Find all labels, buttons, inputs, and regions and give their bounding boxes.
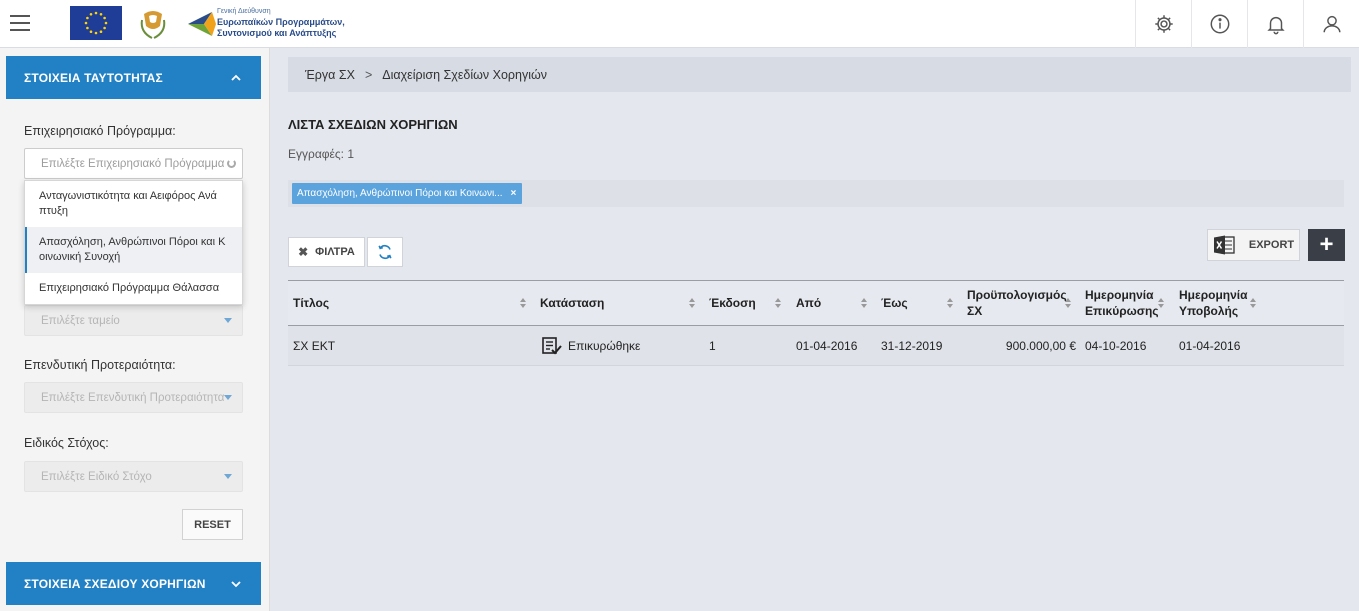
- fund-placeholder: Επιλέξτε ταμείο: [41, 314, 120, 327]
- investment-priority-label: Επενδυτική Προτεραιότητα:: [24, 358, 176, 372]
- fund-select[interactable]: Επιλέξτε ταμείο: [24, 305, 243, 336]
- cell-version: 1: [709, 339, 716, 353]
- sort-icon[interactable]: [1065, 298, 1071, 308]
- grant-plan-panel-title: ΣΤΟΙΧΕΙΑ ΣΧΕΔΙΟΥ ΧΟΡΗΓΙΩΝ: [24, 576, 206, 591]
- menu-icon[interactable]: [10, 13, 30, 33]
- column-header-budget-line2: ΣΧ: [967, 304, 983, 318]
- chevron-up-icon: [231, 74, 241, 81]
- info-icon: [1210, 14, 1229, 34]
- breadcrumb-separator: >: [364, 67, 373, 82]
- column-header-ratification-line2: Επικύρωσης: [1085, 304, 1159, 318]
- refresh-icon: [378, 244, 392, 260]
- reset-button[interactable]: RESET: [182, 509, 243, 540]
- sort-icon[interactable]: [947, 298, 953, 308]
- column-header-submission-line2: Υποβολής: [1179, 304, 1239, 318]
- user-icon: [1322, 15, 1341, 33]
- close-icon: ✖: [298, 245, 309, 259]
- export-button[interactable]: EXPORT: [1207, 229, 1300, 261]
- cell-title[interactable]: ΣΧ ΕΚΤ: [293, 326, 335, 366]
- cyprus-emblem-logo: [138, 6, 168, 40]
- filter-chip-label: Απασχόληση, Ανθρώπινοι Πόροι και Κοινωνι…: [297, 188, 503, 199]
- directorate-logo-text: Γενική Διεύθυνση Ευρωπαϊκών Προγραμμάτων…: [217, 8, 345, 38]
- column-header-to[interactable]: Έως: [881, 281, 908, 325]
- column-header-ratification-line1: Ημερομηνία: [1085, 288, 1154, 302]
- bell-icon: [1266, 16, 1285, 35]
- column-header-status[interactable]: Κατάσταση: [540, 281, 604, 325]
- dropdown-option[interactable]: Επιχειρησιακό Πρόγραμμα Θάλασσα: [25, 273, 242, 304]
- cell-submission-date: 01-04-2016: [1179, 339, 1241, 353]
- dropdown-option-selected[interactable]: Απασχόληση, Ανθρώπινοι Πόροι και Κ οινων…: [25, 227, 242, 273]
- sort-icon[interactable]: [861, 298, 867, 308]
- investment-priority-placeholder: Επιλέξτε Επενδυτική Προτεραιότητα: [41, 391, 225, 404]
- caret-down-icon: [224, 474, 232, 479]
- refresh-button[interactable]: [367, 237, 403, 267]
- active-filters-bar: Απασχόληση, Ανθρώπινοι Πόροι και Κοινωνι…: [288, 180, 1344, 207]
- user-button[interactable]: [1303, 0, 1359, 48]
- column-header-submission-line1: Ημερομηνία: [1179, 288, 1248, 302]
- identity-panel-header[interactable]: ΣΤΟΙΧΕΙΑ ΤΑΥΤΟΤΗΤΑΣ: [6, 56, 261, 99]
- column-header-from[interactable]: Από: [796, 281, 821, 325]
- caret-down-icon: [224, 395, 232, 400]
- column-header-title[interactable]: Τίτλος: [293, 281, 329, 325]
- notifications-button[interactable]: [1247, 0, 1303, 48]
- breadcrumb: Έργα ΣΧ > Διαχείριση Σχεδίων Χορηγιών: [288, 57, 1351, 92]
- records-count: Εγγραφές: 1: [288, 147, 355, 161]
- gear-icon: [1154, 15, 1173, 33]
- eu-flag-logo: [70, 6, 122, 40]
- operational-program-label: Επιχειρησιακό Πρόγραμμα:: [24, 124, 176, 138]
- info-button[interactable]: [1191, 0, 1247, 48]
- grant-plan-panel-header[interactable]: ΣΤΟΙΧΕΙΑ ΣΧΕΔΙΟΥ ΧΟΡΗΓΙΩΝ: [6, 562, 261, 605]
- sort-icon[interactable]: [775, 298, 781, 308]
- chevron-down-icon: [231, 580, 241, 587]
- filter-chip: Απασχόληση, Ανθρώπινοι Πόροι και Κοινωνι…: [292, 183, 523, 204]
- breadcrumb-item-projects[interactable]: Έργα ΣΧ: [305, 68, 355, 82]
- sort-icon[interactable]: [1250, 298, 1256, 308]
- breadcrumb-item-current: Διαχείριση Σχεδίων Χορηγιών: [382, 67, 548, 82]
- operational-program-dropdown: Ανταγωνιστικότητα και Αειφόρος Ανά πτυξη…: [24, 180, 243, 305]
- caret-down-icon: [224, 318, 232, 323]
- approved-document-icon: [542, 337, 562, 355]
- cell-from: 01-04-2016: [796, 339, 858, 353]
- cell-status: Επικυρώθηκε: [542, 326, 640, 366]
- cell-to: 31-12-2019: [881, 339, 943, 353]
- specific-objective-label: Ειδικός Στόχος:: [24, 436, 109, 450]
- grant-plans-table: Τίτλος Κατάσταση Έκδοση Από Έως Προϋπολο…: [288, 280, 1344, 366]
- export-button-label: EXPORT: [1248, 239, 1295, 251]
- sidebar: ΣΤΟΙΧΕΙΑ ΤΑΥΤΟΤΗΤΑΣ Επιχειρησιακό Πρόγρα…: [0, 48, 270, 611]
- specific-objective-placeholder: Επιλέξτε Ειδικό Στόχο: [41, 470, 152, 483]
- dropdown-option[interactable]: Ανταγωνιστικότητα και Αειφόρος Ανά πτυξη: [25, 181, 242, 227]
- identity-panel-title: ΣΤΟΙΧΕΙΑ ΤΑΥΤΟΤΗΤΑΣ: [24, 70, 163, 85]
- sort-icon[interactable]: [520, 298, 526, 308]
- close-icon[interactable]: ×: [511, 188, 517, 199]
- operational-program-placeholder: Επιλέξτε Επιχειρησιακό Πρόγραμμα: [41, 157, 225, 170]
- add-grant-plan-button[interactable]: +: [1308, 229, 1345, 261]
- column-header-budget-line1: Προϋπολογισμός: [967, 288, 1067, 302]
- column-header-budget[interactable]: Προϋπολογισμός ΣΧ: [967, 281, 1067, 325]
- status-text: Επικυρώθηκε: [568, 339, 641, 353]
- excel-icon: [1213, 235, 1235, 255]
- top-bar: Γενική Διεύθυνση Ευρωπαϊκών Προγραμμάτων…: [0, 0, 1359, 48]
- filters-button[interactable]: ✖ ΦΙΛΤΡΑ: [288, 237, 365, 267]
- column-header-submission-date[interactable]: Ημερομηνία Υποβολής: [1179, 281, 1248, 325]
- sort-icon[interactable]: [1158, 298, 1164, 308]
- investment-priority-select[interactable]: Επιλέξτε Επενδυτική Προτεραιότητα: [24, 382, 243, 413]
- cell-ratification-date: 04-10-2016: [1085, 339, 1147, 353]
- specific-objective-select[interactable]: Επιλέξτε Ειδικό Στόχο: [24, 461, 243, 492]
- table-header: Τίτλος Κατάσταση Έκδοση Από Έως Προϋπολο…: [288, 280, 1344, 326]
- sort-icon[interactable]: [689, 298, 695, 308]
- page-title: ΛΙΣΤΑ ΣΧΕΔΙΩΝ ΧΟΡΗΓΙΩΝ: [288, 117, 458, 132]
- filters-button-label: ΦΙΛΤΡΑ: [315, 246, 355, 258]
- table-row[interactable]: ΣΧ ΕΚΤ Επικυρώθηκε 1 01-04-2016 31-12-20…: [288, 326, 1344, 366]
- settings-button[interactable]: [1135, 0, 1191, 48]
- operational-program-select[interactable]: Επιλέξτε Επιχειρησιακό Πρόγραμμα: [24, 148, 243, 179]
- loading-spinner-icon: [227, 159, 236, 168]
- cell-budget: 900.000,00 €: [1005, 339, 1076, 353]
- column-header-ratification-date[interactable]: Ημερομηνία Επικύρωσης: [1085, 281, 1159, 325]
- column-header-version[interactable]: Έκδοση: [709, 281, 756, 325]
